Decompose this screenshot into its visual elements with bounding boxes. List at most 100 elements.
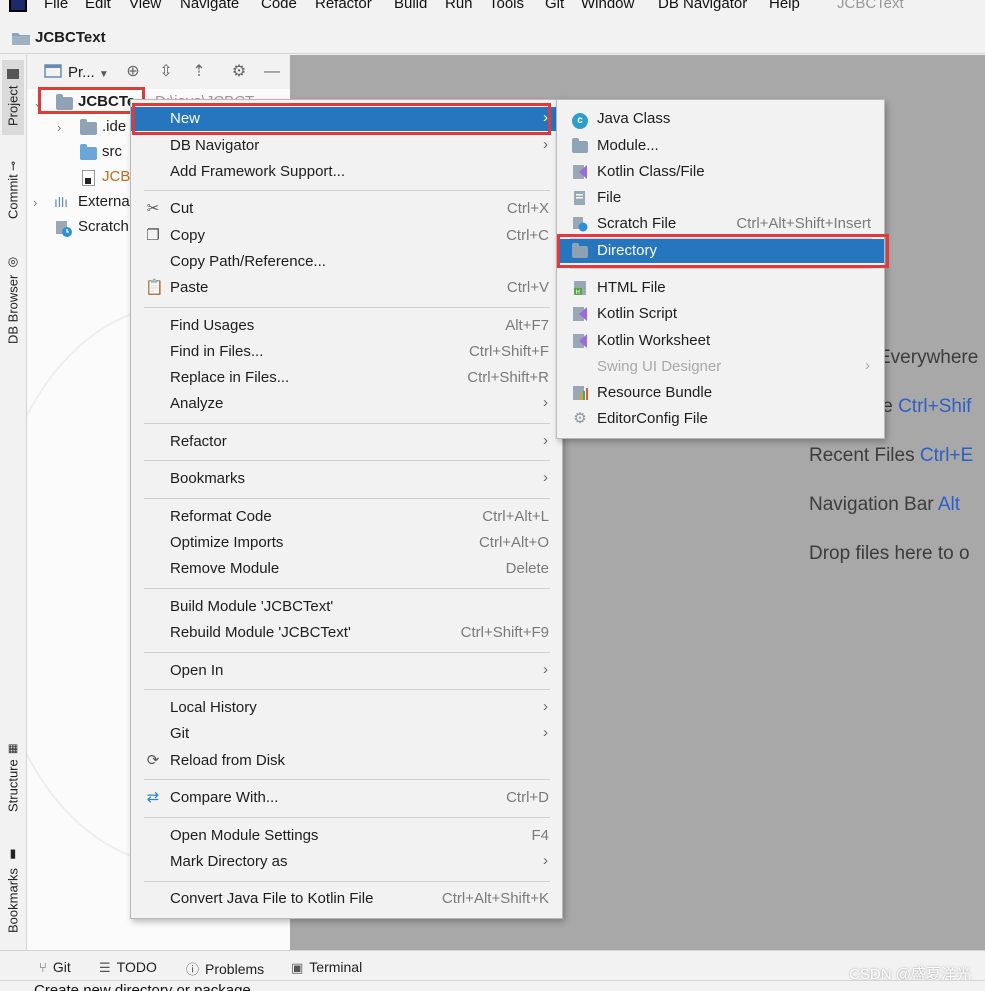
menu-item-copy[interactable]: ❐ Copy Ctrl+C: [131, 224, 562, 248]
new-submenu: c Java Class Module... Kotlin Class/File…: [556, 99, 885, 439]
menu-navigate[interactable]: Navigate: [180, 0, 239, 12]
menu-file[interactable]: File: [44, 0, 68, 12]
tool-problems[interactable]: ⓘ Problems: [186, 959, 264, 978]
svg-text:H: H: [576, 289, 581, 296]
submenu-item-file[interactable]: File: [557, 186, 884, 210]
menu-item-bookmarks[interactable]: Bookmarks ›: [131, 467, 562, 491]
menu-view[interactable]: View: [129, 0, 161, 12]
menu-item-paste[interactable]: 📋 Paste Ctrl+V: [131, 276, 562, 300]
submenu-item-java-class[interactable]: c Java Class: [557, 107, 884, 131]
chevron-right-icon[interactable]: ›: [57, 120, 61, 135]
tab-bookmarks[interactable]: Bookmarks ▮: [2, 843, 24, 938]
menu-item-replace-in-files[interactable]: Replace in Files... Ctrl+Shift+R: [131, 366, 562, 390]
left-tool-strip: Project Commit ⊸ DB Browser ◎ Structure …: [0, 55, 27, 950]
menu-item-refactor[interactable]: Refactor ›: [131, 430, 562, 454]
html-file-icon: H: [572, 280, 588, 296]
collapse-all-icon[interactable]: ⇡: [190, 63, 208, 81]
submenu-item-kotlin-worksheet[interactable]: Kotlin Worksheet: [557, 329, 884, 353]
view-mode-icon: [44, 63, 62, 81]
expand-all-icon[interactable]: ⇳: [157, 63, 175, 81]
menu-tools[interactable]: Tools: [489, 0, 524, 12]
menu-item-find-in-files[interactable]: Find in Files... Ctrl+Shift+F: [131, 340, 562, 364]
menu-edit[interactable]: Edit: [85, 0, 111, 12]
menu-item-optimize-imports[interactable]: Optimize Imports Ctrl+Alt+O: [131, 531, 562, 555]
menu-item-rebuild-module[interactable]: Rebuild Module 'JCBCText' Ctrl+Shift+F9: [131, 621, 562, 645]
submenu-item-module[interactable]: Module...: [557, 134, 884, 158]
chevron-down-icon[interactable]: ⌄: [33, 95, 44, 111]
chevron-right-icon: ›: [543, 394, 548, 411]
menu-run[interactable]: Run: [445, 0, 473, 12]
submenu-item-editorconfig-file[interactable]: ⚙ EditorConfig File: [557, 407, 884, 431]
menu-item-local-history[interactable]: Local History ›: [131, 696, 562, 720]
menu-item-new[interactable]: New ›: [131, 107, 562, 131]
chevron-right-icon: ›: [543, 469, 548, 486]
submenu-item-html-file[interactable]: H HTML File: [557, 276, 884, 300]
tab-structure[interactable]: Structure ▦: [2, 735, 24, 820]
menu-item-open-in[interactable]: Open In ›: [131, 659, 562, 683]
hide-panel-icon[interactable]: —: [263, 63, 281, 81]
submenu-item-resource-bundle[interactable]: Resource Bundle: [557, 381, 884, 405]
tab-commit[interactable]: Commit ⊸: [2, 150, 24, 230]
problems-icon: ⓘ: [186, 962, 200, 977]
menu-item-reload-from-disk[interactable]: ⟳ Reload from Disk: [131, 749, 562, 773]
menu-build[interactable]: Build: [394, 0, 427, 12]
copy-icon: ❐: [146, 227, 160, 244]
menu-item-db-navigator[interactable]: DB Navigator ›: [131, 134, 562, 158]
tab-db-browser[interactable]: DB Browser ◎: [2, 250, 24, 350]
menu-db-navigator[interactable]: DB Navigator: [658, 0, 747, 12]
tab-project[interactable]: Project: [2, 60, 24, 135]
menu-window[interactable]: Window: [581, 0, 634, 12]
menu-item-add-framework-support[interactable]: Add Framework Support...: [131, 160, 562, 184]
hint-drop-files: Drop files here to o: [809, 543, 970, 564]
hint-go-to-file: le Ctrl+Shif: [878, 396, 972, 417]
chevron-right-icon: ›: [543, 136, 548, 153]
tool-git[interactable]: ⑂ Git: [39, 959, 71, 975]
submenu-item-kotlin-script[interactable]: Kotlin Script: [557, 302, 884, 326]
gear-icon: ⚙: [573, 410, 587, 427]
breadcrumb-project[interactable]: JCBCText: [35, 29, 106, 46]
tool-todo[interactable]: ☰ TODO: [99, 959, 157, 976]
menu-refactor[interactable]: Refactor: [315, 0, 372, 12]
menu-help[interactable]: Help: [769, 0, 800, 12]
submenu-item-directory[interactable]: Directory: [557, 239, 884, 263]
menu-code[interactable]: Code: [261, 0, 297, 12]
menu-item-compare-with[interactable]: ⇄ Compare With... Ctrl+D: [131, 786, 562, 810]
menu-separator: [144, 881, 550, 882]
menu-separator: [144, 779, 550, 780]
source-folder-icon: [80, 144, 97, 160]
menu-item-copy-path[interactable]: Copy Path/Reference...: [131, 250, 562, 274]
resource-bundle-icon: [572, 385, 588, 401]
submenu-item-kotlin-class[interactable]: Kotlin Class/File: [557, 160, 884, 184]
hint-recent-files: Recent Files Ctrl+E: [809, 445, 974, 466]
menu-git[interactable]: Git: [545, 0, 564, 12]
app-logo-icon: [9, 0, 27, 12]
menu-item-build-module[interactable]: Build Module 'JCBCText': [131, 595, 562, 619]
menu-separator: [144, 588, 550, 589]
menu-item-analyze[interactable]: Analyze ›: [131, 392, 562, 416]
menu-item-open-module-settings[interactable]: Open Module Settings F4: [131, 824, 562, 848]
kotlin-worksheet-icon: [572, 333, 588, 349]
tool-terminal[interactable]: ▣ Terminal: [291, 959, 362, 976]
folder-icon: [80, 119, 97, 135]
menu-item-remove-module[interactable]: Remove Module Delete: [131, 557, 562, 581]
module-folder-icon: [56, 94, 73, 110]
git-branch-icon: ⑂: [39, 960, 47, 975]
gear-icon[interactable]: ⚙: [230, 63, 248, 81]
menu-item-convert-java-to-kotlin[interactable]: Convert Java File to Kotlin File Ctrl+Al…: [131, 887, 562, 911]
locate-icon[interactable]: ⊕: [124, 63, 142, 81]
folder-icon: [572, 243, 588, 259]
menu-item-find-usages[interactable]: Find Usages Alt+F7: [131, 314, 562, 338]
status-bar: Create new directory or package: [0, 980, 985, 991]
submenu-item-scratch-file[interactable]: Scratch File Ctrl+Alt+Shift+Insert: [557, 212, 884, 236]
chevron-right-icon[interactable]: ›: [33, 195, 37, 210]
project-view-selector[interactable]: Pr... ▼: [68, 64, 109, 81]
menu-item-git[interactable]: Git ›: [131, 722, 562, 746]
status-text: Create new directory or package: [34, 982, 251, 991]
chevron-right-icon: ›: [543, 109, 548, 126]
menu-item-reformat-code[interactable]: Reformat Code Ctrl+Alt+L: [131, 505, 562, 529]
chevron-right-icon: ›: [543, 432, 548, 449]
reload-icon: ⟳: [146, 752, 160, 769]
menu-separator: [144, 498, 550, 499]
menu-item-mark-directory-as[interactable]: Mark Directory as ›: [131, 850, 562, 874]
menu-item-cut[interactable]: ✂ Cut Ctrl+X: [131, 197, 562, 221]
